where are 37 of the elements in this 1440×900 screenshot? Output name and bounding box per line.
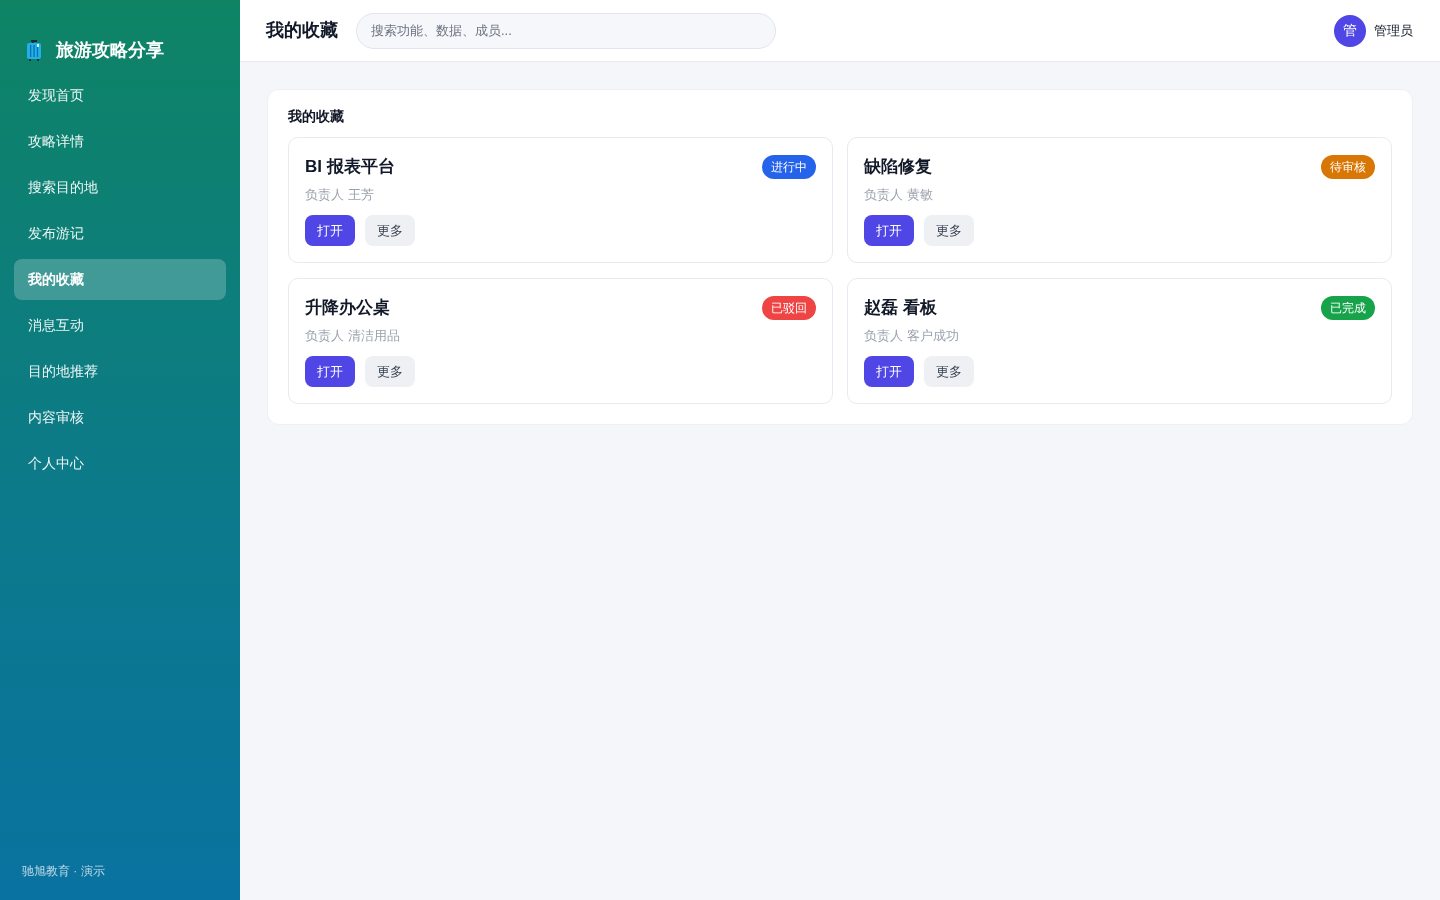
owner-text: 负责人 客户成功 (864, 327, 960, 346)
owner-text: 负责人 黄敏 (864, 186, 934, 205)
card-title: BI 报表平台 (305, 155, 395, 178)
more-button[interactable]: 更多 (365, 355, 415, 387)
app-title: 旅游攻略分享 (56, 39, 164, 62)
page-title: 我的收藏 (266, 19, 338, 42)
sidebar-item[interactable]: 搜索目的地 (14, 167, 226, 208)
sidebar-item[interactable]: 发布游记 (14, 213, 226, 254)
sidebar-item[interactable]: 消息互动 (14, 305, 226, 346)
owner-text: 负责人 清洁用品 (305, 327, 401, 346)
footer-text: 驰旭教育 · 演示 (21, 863, 106, 880)
status-badge: 进行中 (762, 154, 816, 179)
status-badge: 待审核 (1321, 154, 1375, 179)
sidebar-item[interactable]: 我的收藏 (14, 259, 226, 300)
suitcase-icon (26, 40, 42, 61)
user-name: 管理员 (1374, 21, 1413, 40)
sidebar-item[interactable]: 内容审核 (14, 397, 226, 438)
open-button[interactable]: 打开 (305, 214, 355, 246)
sidebar-item[interactable]: 发现首页 (14, 75, 226, 116)
more-button[interactable]: 更多 (365, 214, 415, 246)
card-title: 缺陷修复 (864, 155, 932, 178)
open-button[interactable]: 打开 (305, 355, 355, 387)
more-button[interactable]: 更多 (924, 355, 974, 387)
card-title: 升降办公桌 (305, 296, 390, 319)
sidebar-item[interactable]: 攻略详情 (14, 121, 226, 162)
status-badge: 已驳回 (762, 295, 816, 320)
card-title: 赵磊 看板 (864, 296, 937, 319)
panel-title: 我的收藏 (288, 108, 345, 125)
open-button[interactable]: 打开 (864, 214, 914, 246)
more-button[interactable]: 更多 (924, 214, 974, 246)
search-field[interactable]: 搜索功能、数据、成员... (356, 12, 776, 49)
user-avatar[interactable]: 管 (1334, 14, 1366, 47)
sidebar-item[interactable]: 目的地推荐 (14, 351, 226, 392)
owner-text: 负责人 王芳 (305, 186, 375, 205)
open-button[interactable]: 打开 (864, 355, 914, 387)
status-badge: 已完成 (1321, 295, 1375, 320)
sidebar-item[interactable]: 个人中心 (14, 443, 226, 484)
